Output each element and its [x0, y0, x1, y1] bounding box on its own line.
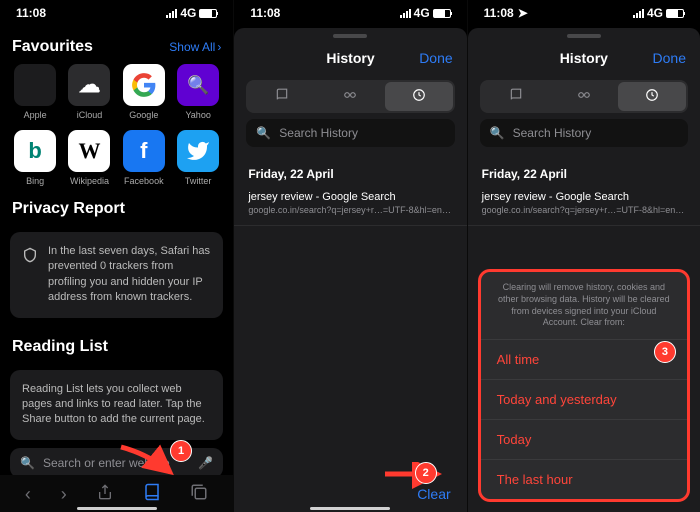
clear-last-hour[interactable]: The last hour — [481, 460, 687, 499]
seg-reading-list[interactable] — [550, 82, 618, 111]
fav-icloud[interactable]: ☁iCloud — [66, 64, 112, 120]
history-date-header: Friday, 22 April — [468, 153, 700, 187]
privacy-report-title: Privacy Report — [0, 186, 233, 226]
step-badge-1: 1 — [170, 440, 192, 462]
home-indicator[interactable] — [77, 507, 157, 510]
fav-twitter[interactable]: Twitter — [175, 130, 221, 186]
location-icon: ➤ — [518, 6, 528, 20]
clear-action-sheet: Clearing will remove history, cookies an… — [478, 269, 690, 502]
clear-today[interactable]: Today — [481, 420, 687, 460]
history-sheet: History Done 🔍 Search History Friday, 22… — [468, 28, 700, 512]
phone-screen-3: 11:08➤ 4G History Done 🔍 Search History … — [467, 0, 700, 512]
reading-list-card: Reading List lets you collect web pages … — [10, 370, 223, 440]
seg-bookmarks[interactable] — [248, 82, 316, 111]
signal-icon — [166, 9, 177, 18]
step-badge-2: 2 — [415, 462, 437, 484]
home-indicator[interactable] — [310, 507, 390, 510]
privacy-report-text: In the last seven days, Safari has preve… — [48, 244, 211, 306]
fav-bing[interactable]: bBing — [12, 130, 58, 186]
search-icon: 🔍 — [20, 456, 35, 470]
seg-reading-list[interactable] — [316, 82, 384, 111]
phone-screen-1: 11:08 4G Favourites Show All › Apple ☁iC… — [0, 0, 233, 512]
segmented-control[interactable] — [246, 80, 454, 113]
drag-handle[interactable] — [567, 34, 601, 38]
phone-screen-2: 11:08 4G History Done 🔍 Search History F… — [233, 0, 466, 512]
status-time: 11:08 — [16, 6, 46, 20]
mic-icon[interactable]: 🎤 — [198, 456, 213, 470]
done-button[interactable]: Done — [419, 50, 452, 66]
search-history-input[interactable]: 🔍 Search History — [246, 119, 454, 147]
history-date-header: Friday, 22 April — [234, 153, 466, 187]
network-label: 4G — [180, 6, 196, 20]
shield-icon — [22, 246, 38, 264]
seg-history[interactable] — [618, 82, 686, 111]
search-icon: 🔍 — [256, 126, 271, 140]
tabs-button[interactable] — [190, 483, 208, 506]
share-button[interactable] — [97, 483, 113, 506]
clear-today-yesterday[interactable]: Today and yesterday — [481, 380, 687, 420]
fav-yahoo[interactable]: 🔍Yahoo — [175, 64, 221, 120]
seg-bookmarks[interactable] — [482, 82, 550, 111]
history-sheet: History Done 🔍 Search History Friday, 22… — [234, 28, 466, 512]
clear-message: Clearing will remove history, cookies an… — [481, 272, 687, 340]
favourites-grid: Apple ☁iCloud Google 🔍Yahoo bBing WWikip… — [0, 64, 233, 186]
fav-google[interactable]: Google — [121, 64, 167, 120]
battery-icon — [199, 9, 217, 18]
bookmarks-button[interactable] — [143, 483, 161, 506]
history-item[interactable]: jersey review - Google Search google.co.… — [468, 187, 700, 226]
status-bar: 11:08 4G — [234, 0, 466, 24]
segmented-control[interactable] — [480, 80, 688, 113]
search-icon: 🔍 — [490, 126, 505, 140]
reading-list-title: Reading List — [0, 324, 233, 364]
show-all-button[interactable]: Show All › — [169, 40, 221, 54]
history-title: History — [326, 50, 374, 66]
seg-history[interactable] — [385, 82, 453, 111]
privacy-report-card[interactable]: In the last seven days, Safari has preve… — [10, 232, 223, 318]
forward-button[interactable]: › — [61, 484, 67, 505]
fav-apple[interactable]: Apple — [12, 64, 58, 120]
favourites-title: Favourites — [12, 38, 93, 56]
done-button[interactable]: Done — [653, 50, 686, 66]
fav-wikipedia[interactable]: WWikipedia — [66, 130, 112, 186]
history-title: History — [560, 50, 608, 66]
step-badge-3: 3 — [654, 341, 676, 363]
back-button[interactable]: ‹ — [25, 484, 31, 505]
drag-handle[interactable] — [333, 34, 367, 38]
search-history-input[interactable]: 🔍 Search History — [480, 119, 688, 147]
fav-facebook[interactable]: fFacebook — [121, 130, 167, 186]
history-item[interactable]: jersey review - Google Search google.co.… — [234, 187, 466, 226]
status-bar: 11:08 4G — [0, 0, 233, 24]
status-bar: 11:08➤ 4G — [468, 0, 700, 24]
